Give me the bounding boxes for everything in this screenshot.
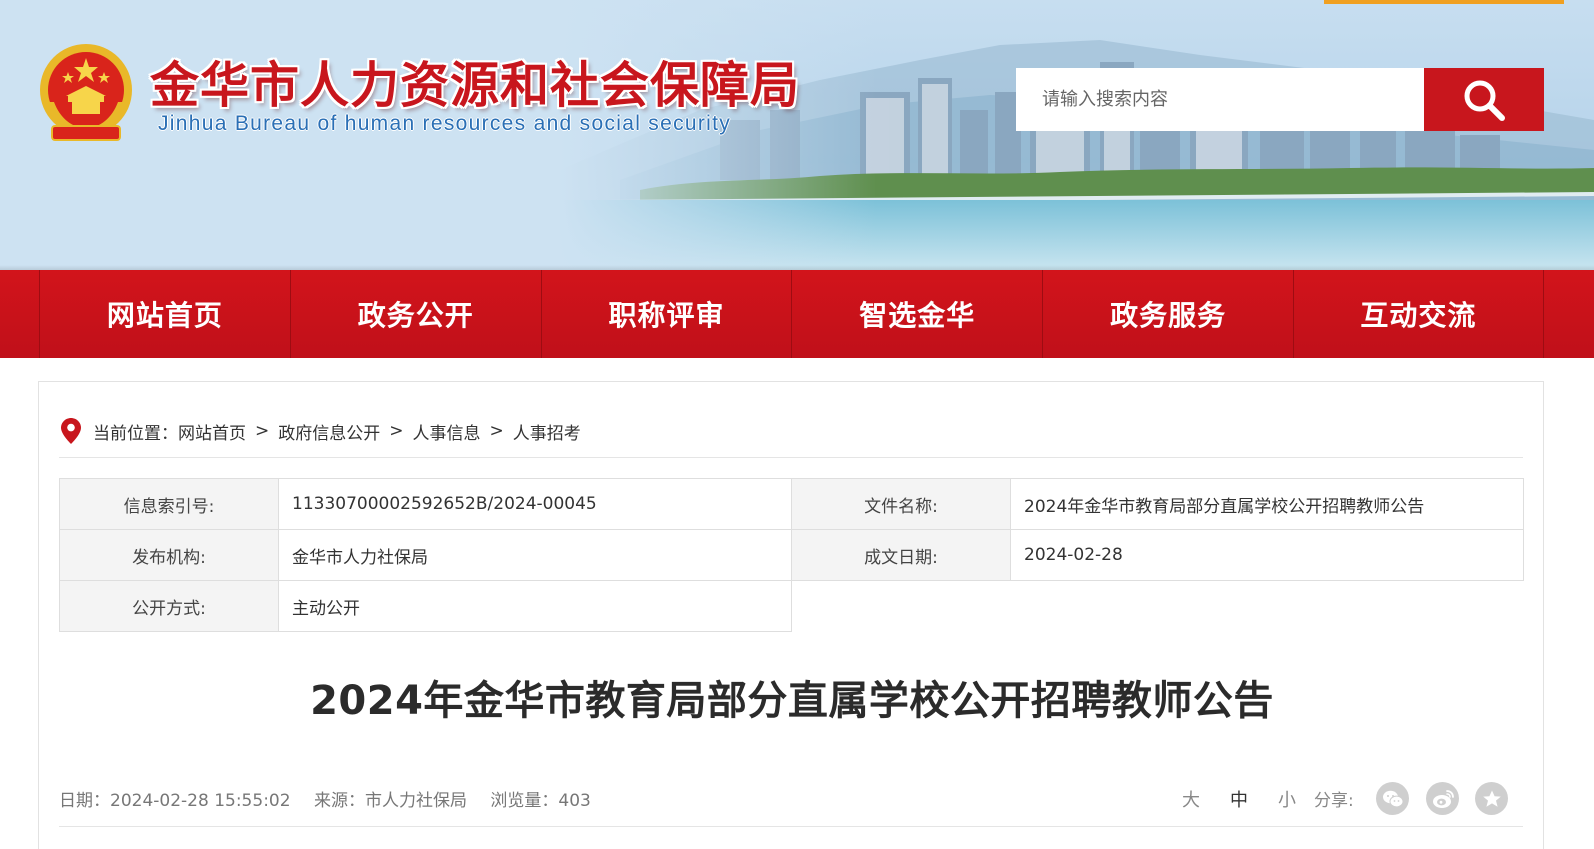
nav-item-government-services[interactable]: 政务服务 (1042, 270, 1293, 358)
breadcrumb-separator: > (389, 421, 404, 441)
table-row: 信息索引号: 11330700002592652B/2024-00045 文件名… (59, 478, 1524, 530)
share-wechat-button[interactable] (1376, 782, 1409, 815)
document-meta-table: 信息索引号: 11330700002592652B/2024-00045 文件名… (59, 478, 1524, 632)
article-views: 浏览量：403 (490, 791, 591, 811)
breadcrumb-home[interactable]: 网站首页 (178, 419, 246, 444)
share-weibo-button[interactable] (1426, 782, 1459, 815)
article-source: 来源：市人力社保局 (313, 791, 467, 811)
breadcrumb-divider (59, 457, 1523, 458)
index-value: 11330700002592652B/2024-00045 (278, 478, 792, 530)
font-size-control: 大 中 小 (1167, 786, 1311, 812)
info-bar-divider (59, 826, 1523, 827)
main-nav-items: 网站首页 政务公开 职称评审 智选金华 政务服务 互动交流 (39, 270, 1544, 358)
filename-value: 2024年金华市教育局部分直属学校公开招聘教师公告 (1010, 478, 1524, 530)
article-title: 2024年金华市教育局部分直属学校公开招聘教师公告 (310, 678, 1274, 724)
site-title: 金华市人力资源和社会保障局 (150, 56, 801, 114)
filename-label: 文件名称: (791, 478, 1011, 530)
empty-cell (792, 581, 1011, 632)
empty-cell (1011, 581, 1524, 632)
breadcrumb-recruitment[interactable]: 人事招考 (513, 419, 581, 444)
search-box (1016, 68, 1544, 131)
nav-item-title-evaluation[interactable]: 职称评审 (540, 270, 792, 358)
nav-item-smart-jinhua[interactable]: 智选金华 (791, 270, 1042, 358)
nav-item-interaction[interactable]: 互动交流 (1292, 270, 1544, 358)
location-pin-icon (61, 418, 81, 444)
table-row: 发布机构: 金华市人力社保局 成文日期: 2024-02-28 (59, 529, 1524, 581)
breadcrumb-separator: > (255, 421, 270, 441)
mode-label: 公开方式: (59, 580, 279, 632)
share-label: 分享: (1314, 791, 1354, 811)
content-panel: 当前位置： 网站首页 > 政府信息公开 > 人事信息 > 人事招考 信息索引号:… (38, 381, 1544, 849)
mode-value: 主动公开 (278, 580, 792, 632)
font-size-medium-button[interactable]: 中 (1215, 786, 1263, 812)
publisher-label: 发布机构: (59, 529, 279, 581)
article-date: 日期：2024-02-28 15:55:02 (59, 791, 291, 811)
breadcrumb-prefix: 当前位置： (93, 423, 178, 444)
breadcrumb: 当前位置： 网站首页 > 政府信息公开 > 人事信息 > 人事招考 (61, 418, 581, 444)
table-row: 公开方式: 主动公开 (59, 580, 1524, 632)
publisher-value: 金华市人力社保局 (278, 529, 792, 581)
site-subtitle: Jinhua Bureau of human resources and soc… (158, 112, 732, 135)
font-size-large-button[interactable]: 大 (1167, 786, 1215, 812)
breadcrumb-gov-info[interactable]: 政府信息公开 (278, 419, 380, 444)
font-size-small-button[interactable]: 小 (1263, 786, 1311, 812)
main-nav: 网站首页 政务公开 职称评审 智选金华 政务服务 互动交流 (0, 270, 1594, 358)
nav-item-home[interactable]: 网站首页 (39, 270, 290, 358)
nav-item-government-affairs[interactable]: 政务公开 (289, 270, 541, 358)
breadcrumb-separator: > (489, 421, 504, 441)
wechat-icon (1382, 790, 1403, 807)
weibo-icon (1432, 789, 1454, 808)
date-label: 成文日期: (791, 529, 1011, 581)
header-banner: 金华市人力资源和社会保障局 Jinhua Bureau of human res… (0, 0, 1594, 270)
national-emblem-icon (40, 44, 132, 141)
search-icon (1464, 80, 1505, 121)
search-button[interactable] (1424, 68, 1544, 131)
article-info-bar: 日期：2024-02-28 15:55:02 来源：市人力社保局 浏览量：403 (59, 786, 609, 811)
breadcrumb-personnel-info[interactable]: 人事信息 (413, 419, 481, 444)
share-favorite-button[interactable] (1475, 782, 1508, 815)
date-value: 2024-02-28 (1010, 529, 1524, 581)
star-icon (1482, 790, 1501, 807)
index-label: 信息索引号: (59, 478, 279, 530)
search-input[interactable] (1016, 68, 1424, 131)
top-accent-bar (1324, 0, 1564, 4)
